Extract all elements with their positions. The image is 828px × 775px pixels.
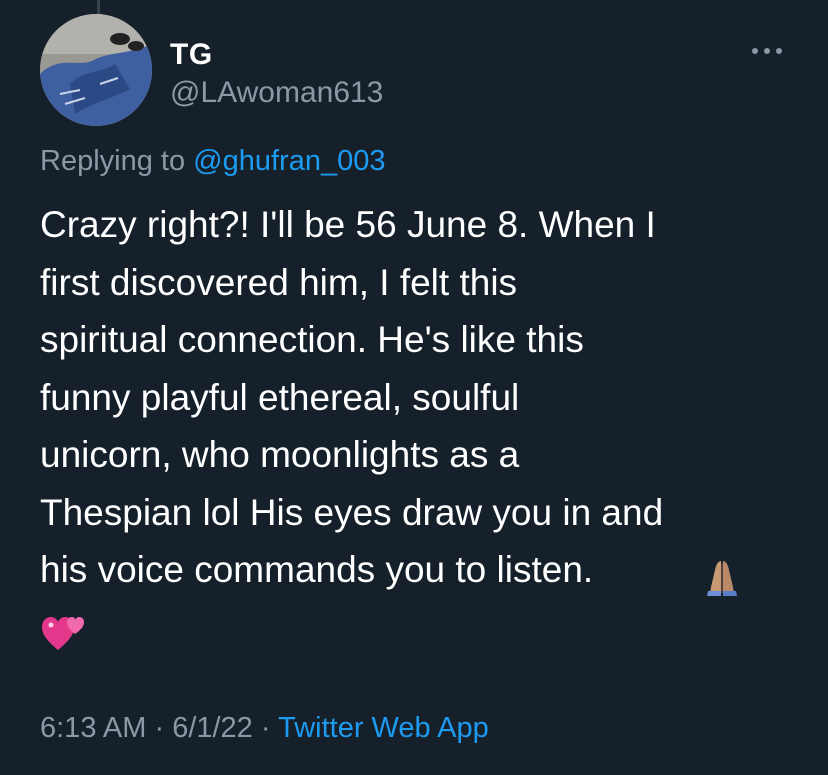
more-horizontal-icon-dot [776,48,782,54]
two-hearts-emoji [42,617,84,650]
avatar[interactable] [40,14,152,126]
reply-mention-link[interactable]: @ghufran_003 [193,145,385,177]
more-horizontal-icon-dot [764,48,770,54]
replying-to-label: Replying to [40,145,194,177]
tweet-text: Crazy right?! I'll be 56 June 8. When I … [40,204,664,590]
meta-separator: · [252,712,279,744]
replying-to: Replying to @ghufran_003 [40,145,385,178]
more-options-button[interactable] [752,44,786,58]
meta-separator: · [146,712,173,744]
author-display-name[interactable]: TG [170,38,213,72]
more-horizontal-icon-dot [752,48,758,54]
tweet-time[interactable]: 6:13 AM [40,712,146,744]
tweet-date[interactable]: 6/1/22 [172,712,253,744]
tweet-metadata: 6:13 AM · 6/1/22 · Twitter Web App [40,712,489,745]
author-handle[interactable]: @LAwoman613 [170,76,383,110]
tweet-source-link[interactable]: Twitter Web App [278,712,489,744]
avatar-photo [40,14,152,126]
folded-hands-emoji [707,561,737,596]
thread-connector-line [97,0,100,14]
